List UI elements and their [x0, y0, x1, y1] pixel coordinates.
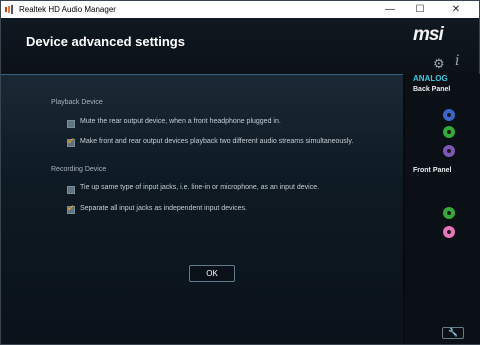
minimize-button[interactable]: — — [375, 1, 405, 18]
info-icon[interactable]: i — [455, 53, 459, 69]
connector-sidebar — [403, 74, 480, 344]
tie-up-jacks-radio[interactable] — [67, 186, 75, 194]
playback-device-heading: Playback Device — [51, 99, 103, 106]
header: Device advanced settings msi ⚙ i — [1, 18, 479, 74]
divider — [1, 74, 403, 75]
analog-label: ANALOG — [413, 74, 448, 83]
back-green-jack-icon[interactable] — [443, 126, 455, 138]
maximize-button[interactable]: ☐ — [405, 1, 435, 18]
close-button[interactable]: ✕ — [441, 1, 471, 18]
back-blue-jack-icon[interactable] — [443, 109, 455, 121]
back-purple-jack-icon[interactable] — [443, 145, 455, 157]
wrench-icon[interactable]: 🔧 — [442, 327, 464, 339]
title-bar: Realtek HD Audio Manager — ☐ ✕ — [1, 1, 479, 18]
two-streams-label[interactable]: Make front and rear output devices playb… — [80, 138, 353, 145]
back-panel-label: Back Panel — [413, 86, 451, 93]
speaker-app-icon — [5, 5, 13, 14]
realtek-window: Realtek HD Audio Manager — ☐ ✕ Device ad… — [0, 0, 480, 345]
msi-logo: msi — [413, 24, 444, 45]
ok-button[interactable]: OK — [189, 265, 235, 282]
front-green-jack-icon[interactable] — [443, 207, 455, 219]
mute-rear-label[interactable]: Mute the rear output device, when a fron… — [80, 118, 281, 125]
front-panel-label: Front Panel — [413, 167, 452, 174]
mute-rear-checkbox[interactable] — [67, 120, 75, 128]
front-pink-jack-icon[interactable] — [443, 226, 455, 238]
window-title: Realtek HD Audio Manager — [19, 5, 116, 14]
tie-up-jacks-label[interactable]: Tie up same type of input jacks, i.e. li… — [80, 184, 319, 191]
recording-device-heading: Recording Device — [51, 166, 107, 173]
gear-icon[interactable]: ⚙ — [433, 56, 445, 72]
separate-jacks-label[interactable]: Separate all input jacks as independent … — [80, 205, 247, 212]
page-title: Device advanced settings — [26, 34, 185, 49]
separate-jacks-radio[interactable] — [67, 203, 75, 214]
two-streams-checkbox[interactable] — [67, 136, 75, 147]
